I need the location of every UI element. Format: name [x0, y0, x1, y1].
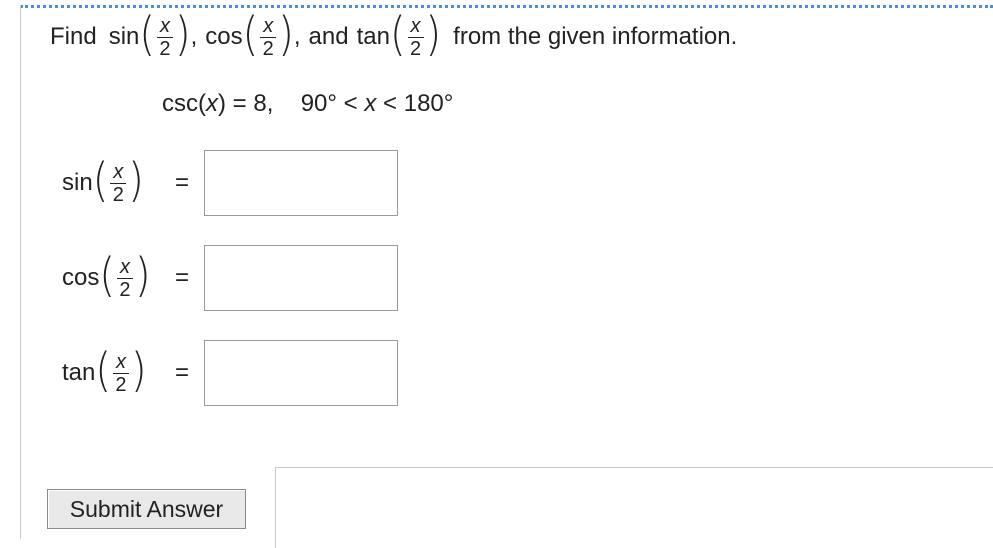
- fraction: x 2: [260, 16, 277, 59]
- answer-row-cos: cos ( x 2 ) =: [62, 243, 402, 313]
- given-information: csc(x) = 8, 90° < x < 180°: [162, 90, 454, 117]
- prompt-suffix: from the given information.: [453, 23, 738, 50]
- left-border: [20, 5, 21, 539]
- answer-label-sin: sin ( x 2 ): [62, 154, 144, 208]
- answer-label-cos: cos ( x 2 ): [62, 249, 151, 303]
- answer-row-tan: tan ( x 2 ) =: [62, 338, 402, 408]
- feedback-panel: [275, 467, 993, 548]
- fn-name: sin: [108, 23, 140, 50]
- fraction: x 2: [110, 162, 127, 205]
- equals-sign: =: [175, 359, 190, 386]
- top-dotted-border: [20, 5, 993, 8]
- tan-answer-input[interactable]: [204, 340, 398, 406]
- equals-sign: =: [175, 264, 190, 291]
- fraction: x 2: [156, 16, 173, 59]
- cos-answer-input[interactable]: [204, 245, 398, 311]
- fn-name: tan: [356, 23, 390, 50]
- problem-statement: Find sin ( x 2 ) , cos ( x 2 ) , and tan…: [50, 8, 738, 62]
- submit-answer-button[interactable]: Submit Answer: [47, 489, 246, 529]
- fraction: x 2: [407, 16, 424, 59]
- answer-row-sin: sin ( x 2 ) =: [62, 148, 402, 218]
- and-text: and: [308, 23, 349, 50]
- sin-answer-input[interactable]: [204, 150, 398, 216]
- prompt-prefix: Find: [50, 23, 97, 50]
- tan-half-angle: tan ( x 2 ): [356, 8, 442, 62]
- equals-sign: =: [175, 169, 190, 196]
- answer-label-tan: tan ( x 2 ): [62, 344, 147, 398]
- sin-half-angle: sin ( x 2 ): [108, 8, 191, 62]
- cos-half-angle: cos ( x 2 ): [205, 8, 294, 62]
- fraction: x 2: [116, 257, 133, 300]
- fraction: x 2: [112, 352, 129, 395]
- fn-name: cos: [205, 23, 243, 50]
